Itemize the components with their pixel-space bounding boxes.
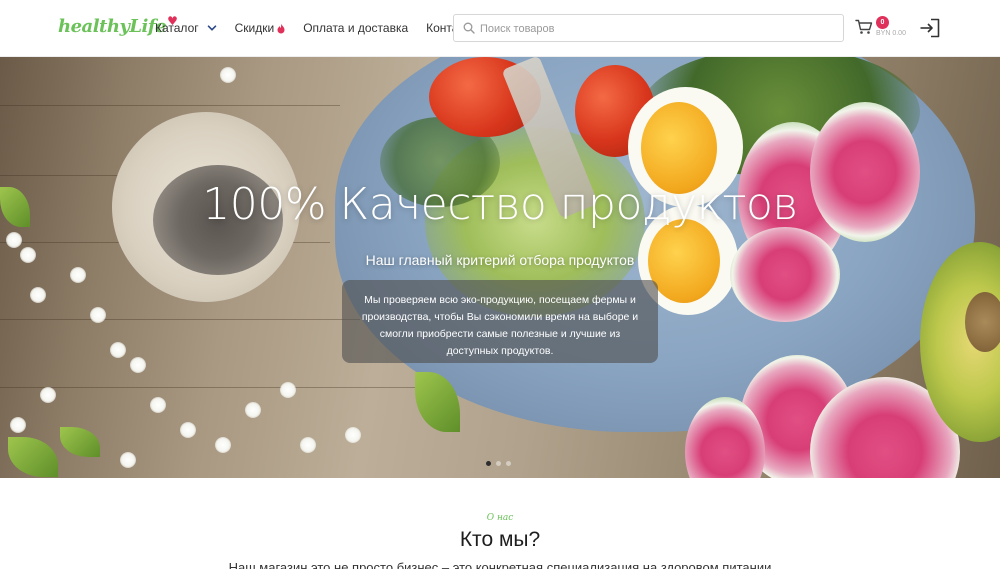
nav-item-payment-delivery[interactable]: Оплата и доставка — [303, 21, 408, 35]
hero-description: Мы проверяем всю эко-продукцию, посещаем… — [342, 280, 658, 363]
search-box — [453, 14, 844, 42]
cart-count-badge: 0 — [876, 16, 889, 29]
hero-subtitle: Наш главный критерий отбора продуктов — [365, 252, 635, 268]
slider-dot[interactable] — [506, 461, 511, 466]
nav-item-label: Каталог — [155, 21, 199, 35]
about-label: О нас — [486, 513, 514, 523]
about-text: Наш магазин это не просто бизнес – это к… — [228, 560, 772, 569]
slider-dot[interactable] — [486, 461, 491, 466]
nav-item-catalog[interactable]: Каталог — [155, 21, 217, 35]
main-nav: Каталог Скидки Оплата и доставка Контакт… — [155, 21, 496, 35]
nav-item-discounts[interactable]: Скидки — [235, 21, 286, 35]
hero-title: 100% Качество продуктов — [202, 179, 798, 230]
site-header: healthyLife♥ Каталог Скидки Оплата и дос… — [0, 0, 1000, 57]
slider-dots — [486, 461, 511, 466]
login-icon[interactable] — [919, 18, 941, 38]
logo-text: healthyLife — [58, 16, 167, 37]
nav-item-label: Скидки — [234, 21, 275, 35]
search-icon — [463, 22, 475, 34]
nav-item-label: Оплата и доставка — [303, 21, 409, 35]
chevron-down-icon — [207, 25, 216, 31]
search-input[interactable] — [480, 19, 830, 38]
hero-banner: 100% Качество продуктов Наш главный крит… — [0, 57, 1000, 478]
about-title: Кто мы? — [459, 528, 541, 551]
cart-icon — [855, 19, 873, 34]
flame-icon — [277, 23, 285, 33]
slider-dot[interactable] — [496, 461, 501, 466]
cart-sum: BYN 0.00 — [876, 30, 906, 37]
cart-button[interactable]: 0 BYN 0.00 — [855, 16, 915, 43]
